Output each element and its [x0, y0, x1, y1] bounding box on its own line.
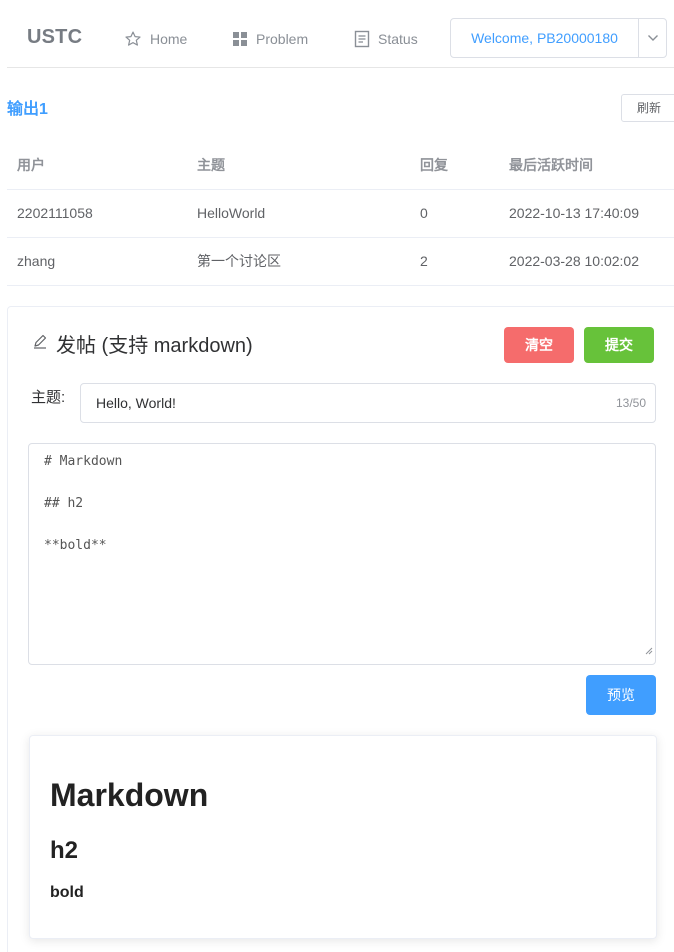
subject-char-count: 13/50 — [615, 396, 646, 410]
resize-handle-icon[interactable] — [645, 641, 653, 662]
editor-line: ## h2 — [44, 496, 84, 511]
cell-last-active: 2022-03-28 10:02:02 — [509, 253, 639, 269]
nav-item-problem[interactable]: Problem — [232, 29, 308, 49]
refresh-button[interactable]: 刷新 — [621, 94, 674, 122]
cell-topic[interactable]: 第一个讨论区 — [197, 238, 281, 284]
nav-item-label: Home — [150, 31, 188, 47]
nav-item-home[interactable]: Home — [124, 29, 187, 49]
preview-heading-2: h2 — [50, 837, 79, 864]
cell-replies: 0 — [420, 205, 428, 221]
nav-item-status[interactable]: Status — [354, 29, 418, 49]
table-header: 用户 主题 回复 最后活跃时间 — [7, 142, 674, 190]
nav-item-label: Status — [378, 31, 418, 47]
column-header: 主题 — [197, 157, 225, 173]
column-header: 最后活跃时间 — [509, 157, 593, 173]
post-title-text: 发帖 (支持 markdown) — [56, 335, 253, 357]
edit-icon — [32, 332, 48, 355]
submit-button[interactable]: 提交 — [584, 327, 654, 363]
table-row[interactable]: 2202111058 HelloWorld 0 2022-10-13 17:40… — [7, 190, 674, 238]
post-card: 发帖 (支持 markdown) 清空 提交 主题: Hello, World!… — [7, 306, 674, 952]
chevron-down-icon — [647, 29, 659, 47]
document-icon — [354, 30, 370, 48]
nav-item-label: Problem — [256, 31, 309, 47]
navbar: USTC Home Problem Status Welcome, PB2000… — [7, 0, 674, 68]
preview-bold-text: bold — [50, 884, 84, 901]
column-header: 用户 — [17, 157, 45, 173]
cell-replies: 2 — [420, 253, 428, 269]
clear-button[interactable]: 清空 — [504, 327, 574, 363]
table-row[interactable]: zhang 第一个讨论区 2 2022-03-28 10:02:02 — [7, 238, 674, 286]
section-title: 输出1 — [7, 101, 48, 118]
post-title: 发帖 (支持 markdown) — [32, 329, 253, 358]
markdown-editor[interactable]: # Markdown ## h2 **bold** — [28, 443, 656, 665]
preview-button[interactable]: 预览 — [586, 675, 656, 715]
brand-logo[interactable]: USTC — [27, 26, 82, 49]
dropdown-toggle[interactable] — [639, 19, 666, 57]
subject-value: Hello, World! — [96, 395, 176, 411]
star-icon — [124, 30, 142, 48]
editor-line: # Markdown — [44, 454, 123, 469]
grid-icon — [232, 31, 248, 47]
welcome-button[interactable]: Welcome, PB20000180 — [451, 19, 639, 57]
subject-input[interactable]: Hello, World! 13/50 — [80, 383, 656, 423]
cell-user: zhang — [17, 253, 56, 269]
cell-last-active: 2022-10-13 17:40:09 — [509, 205, 639, 221]
markdown-preview: Markdown h2 bold — [29, 735, 657, 939]
user-dropdown[interactable]: Welcome, PB20000180 — [450, 18, 667, 58]
cell-topic[interactable]: HelloWorld — [197, 190, 265, 236]
column-header: 回复 — [420, 157, 448, 173]
discussion-table: 用户 主题 回复 最后活跃时间 2202111058 HelloWorld 0 … — [7, 142, 674, 286]
cell-user: 2202111058 — [17, 205, 93, 221]
preview-heading-1: Markdown — [50, 777, 209, 813]
editor-line: **bold** — [44, 538, 107, 553]
subject-label: 主题: — [31, 389, 66, 406]
